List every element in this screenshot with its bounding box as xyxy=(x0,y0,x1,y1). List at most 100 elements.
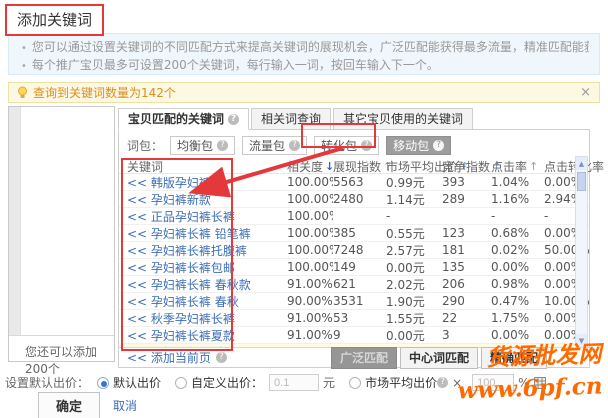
sort-asc-icon[interactable]: ↑ xyxy=(529,160,538,173)
keyword-link[interactable]: << 孕妇裤长裤 春秋款 xyxy=(119,276,287,293)
wordpack-button-移动包[interactable]: 移动包? xyxy=(386,136,451,155)
keyword-link[interactable]: << 孕妇裤长裤 铅笔裤 xyxy=(119,225,287,242)
keyword-link[interactable]: << 孕妇裤长裤夏款 xyxy=(119,327,287,344)
info-bullet-2: •每个推广宝贝最多可设置200个关键词，每行输入一词，按回车输入下一个。 xyxy=(21,57,589,75)
cancel-link[interactable]: 取消 xyxy=(113,397,137,414)
add-current-page-link[interactable]: << 添加当前页 xyxy=(127,349,211,366)
table-row: << 孕妇裤长裤夏款91.00%90.00元30.00%0.00% xyxy=(119,327,589,344)
table-row: << 正品孕妇裤长裤100.00%--- xyxy=(119,208,589,225)
market-bid-option[interactable]: 市场平均出价 xyxy=(365,374,437,391)
column-header-关键词[interactable]: 关键词 xyxy=(119,158,287,175)
table-cell: 385 xyxy=(333,226,386,240)
radio-market-bid[interactable] xyxy=(349,377,361,389)
table-row: << 孕妇裤长裤 春秋90.00%35311.90元2900.47%10.00% xyxy=(119,293,589,310)
panel-body: 词包： 均衡包?流量包?转化包?移动包? 关键词相关度↓展现指数↑市场平均出价↑… xyxy=(118,129,590,368)
keyword-link[interactable]: << 韩版孕妇裤 xyxy=(119,174,287,191)
wordpack-button-转化包[interactable]: 转化包? xyxy=(314,136,379,155)
radio-custom-bid[interactable] xyxy=(175,377,187,389)
grid-icon[interactable] xyxy=(534,377,546,389)
custom-bid-option[interactable]: 自定义出价： xyxy=(191,374,263,391)
info-box: • 您可以通过设置关键词的不同匹配方式来提高关键词的展现机会，广泛匹配能获得最多流… xyxy=(8,33,600,75)
table-cell: 135 xyxy=(442,260,491,274)
tab-其它宝贝使用的关键词[interactable]: 其它宝贝使用的关键词 xyxy=(333,108,473,130)
table-row: << 孕妇裤长裤包邮100.00%1490.00元1350.00%0.00% xyxy=(119,259,589,276)
keyword-link[interactable]: << 孕妇裤长裤托腹裤 xyxy=(119,242,287,259)
info-bullet-1-text: 您可以通过设置关键词的不同匹配方式来提高关键词的展现机会，广泛匹配能获得最多流量… xyxy=(32,40,589,54)
bid-label: 设置默认出价： xyxy=(5,374,89,391)
keyword-count-notice: 查询到关键词数量为142个 × xyxy=(8,82,600,103)
radio-default-bid[interactable] xyxy=(97,377,109,389)
keyword-table-panel: 宝贝匹配的关键词?相关词查询其它宝贝使用的关键词 词包： 均衡包?流量包?转化包… xyxy=(118,108,590,368)
help-icon[interactable]: ? xyxy=(433,140,444,151)
table-cell: 1.55元 xyxy=(386,310,442,327)
table-cell: 3531 xyxy=(333,294,386,308)
close-icon[interactable]: × xyxy=(580,85,591,100)
keyword-link[interactable]: << 秋季孕妇裤长裤 xyxy=(119,310,287,327)
scroll-down-icon[interactable]: ▼ xyxy=(576,334,587,347)
keyword-textarea[interactable] xyxy=(9,107,114,335)
info-bullet-1: • 您可以通过设置关键词的不同匹配方式来提高关键词的展现机会，广泛匹配能获得最多流… xyxy=(21,39,589,57)
wordpack-button-流量包[interactable]: 流量包? xyxy=(242,136,307,155)
table-cell: 5563 xyxy=(333,175,386,189)
match-button-中心词匹配[interactable]: 中心词匹配 xyxy=(400,347,478,369)
match-button-广泛匹配[interactable]: 广泛匹配 xyxy=(331,347,397,369)
table-cell: 3 xyxy=(442,328,491,342)
add-keywords-dialog: 添加关键词 •您可以通过设置关键词的不同匹配方式来提高关键词的展现机会，广泛匹配… xyxy=(0,0,608,418)
table-cell: 1.04% xyxy=(491,175,544,189)
tab-label: 其它宝贝使用的关键词 xyxy=(343,109,463,129)
wordpack-label: 词包： xyxy=(127,137,163,154)
column-label: 相关度 xyxy=(287,158,323,175)
column-header-展现指数[interactable]: 展现指数↑ xyxy=(333,158,386,175)
keyword-link[interactable]: << 孕妇裤长裤包邮 xyxy=(119,259,287,276)
scrollbar-thumb[interactable] xyxy=(577,172,586,191)
table-row: << 秋季孕妇裤长裤91.00%531.55元221.75%0.00% xyxy=(119,310,589,327)
wordpack-button-label: 流量包 xyxy=(249,137,285,154)
custom-bid-input[interactable] xyxy=(269,374,319,391)
table-row: << 孕妇裤新款100.00%24801.14元2891.16%2.94% xyxy=(119,191,589,208)
table-cell: - xyxy=(491,209,544,223)
wordpack-button-均衡包[interactable]: 均衡包? xyxy=(170,136,235,155)
table-cell: 53 xyxy=(333,311,386,325)
keyword-link[interactable]: << 正品孕妇裤长裤 xyxy=(119,208,287,225)
table-row: << 韩版孕妇裤100.00%55630.99元3931.04%0.00% xyxy=(119,174,589,191)
tab-宝贝匹配的关键词[interactable]: 宝贝匹配的关键词? xyxy=(118,108,249,130)
table-cell: 100.00% xyxy=(287,175,333,189)
table-cell: 100.00% xyxy=(287,260,333,274)
table-cell: 1.75% xyxy=(491,311,544,325)
table-cell: 2.57元 xyxy=(386,242,442,259)
help-icon[interactable]: ? xyxy=(437,377,448,388)
table-cell: 91.00% xyxy=(287,277,333,291)
help-icon[interactable]: ? xyxy=(217,140,228,151)
column-header-点击率[interactable]: 点击率↑ xyxy=(491,158,544,175)
bullet-icon: • xyxy=(21,43,27,54)
column-label: 关键词 xyxy=(127,158,163,175)
help-icon[interactable]: ? xyxy=(289,140,300,151)
table-cell: 181 xyxy=(442,243,491,257)
keyword-link[interactable]: << 孕妇裤新款 xyxy=(119,191,287,208)
market-percent-input[interactable] xyxy=(472,374,514,391)
column-header-市场平均出价[interactable]: 市场平均出价↑ xyxy=(386,158,442,175)
match-button-精确匹配[interactable]: 精确匹配 xyxy=(481,347,547,369)
table-cell: 393 xyxy=(442,175,491,189)
help-icon[interactable]: ? xyxy=(216,352,227,363)
tab-相关词查询[interactable]: 相关词查询 xyxy=(251,108,331,130)
wordpack-button-label: 均衡包 xyxy=(177,137,213,154)
table-cell: 621 xyxy=(333,277,386,291)
scroll-up-icon[interactable]: ▲ xyxy=(576,157,587,170)
table-scrollbar[interactable]: ▲ ▼ xyxy=(575,156,588,348)
table-cell: 1.14元 xyxy=(386,191,442,208)
remaining-count-hint: 您还可以添加200个 xyxy=(9,335,114,377)
help-icon[interactable]: ? xyxy=(228,114,239,125)
table-cell: 100.00% xyxy=(287,226,333,240)
column-header-相关度[interactable]: 相关度↓ xyxy=(287,158,333,175)
confirm-button[interactable]: 确定 xyxy=(38,392,100,418)
keyword-link[interactable]: << 孕妇裤长裤 春秋 xyxy=(119,293,287,310)
help-icon[interactable]: ? xyxy=(361,140,372,151)
column-header-竞争指数[interactable]: 竞争指数↑ xyxy=(442,158,491,175)
default-bid-option[interactable]: 默认出价 xyxy=(113,374,161,391)
multiply-sign: × xyxy=(452,376,462,390)
column-label: 点击转化率 xyxy=(544,158,604,175)
column-label: 竞争指数 xyxy=(442,158,490,175)
percent-unit: % xyxy=(518,376,529,390)
table-cell: 0.55元 xyxy=(386,225,442,242)
